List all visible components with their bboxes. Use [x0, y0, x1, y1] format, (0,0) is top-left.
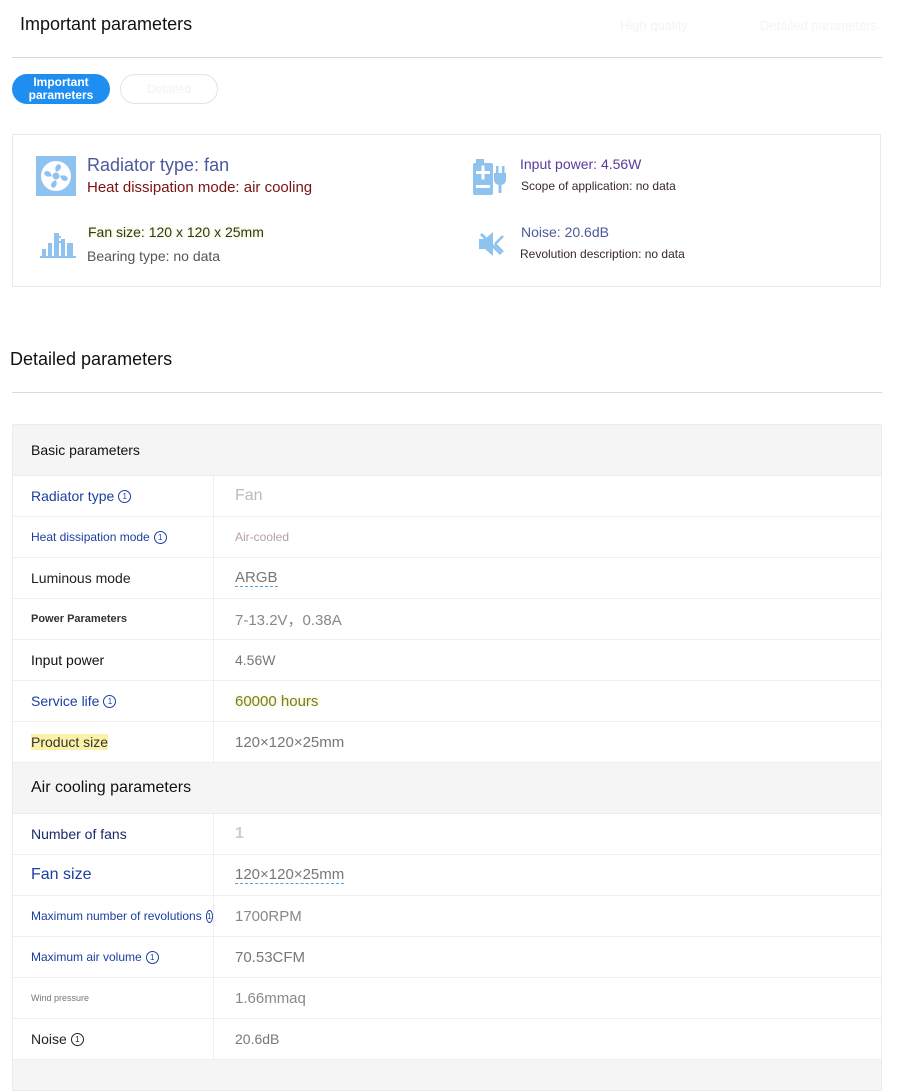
param-value[interactable]: ARGB: [213, 558, 881, 598]
table-row: Service life 1 60000 hours: [13, 681, 881, 722]
param-value: 7-13.2V，0.38A: [213, 599, 881, 639]
table-row: Maximum number of revolutions 1 1700RPM: [13, 896, 881, 937]
divider: [12, 392, 882, 393]
scope-summary: Scope of application: no data: [521, 179, 676, 193]
group-basic-parameters: Basic parameters: [13, 425, 881, 476]
param-name: Number of fans: [31, 826, 127, 842]
param-value[interactable]: 120×120×25mm: [213, 855, 881, 895]
table-row: Number of fans 1: [13, 814, 881, 855]
group-air-cooling-parameters: Air cooling parameters: [13, 763, 881, 814]
param-name: Fan size: [31, 866, 92, 883]
param-name[interactable]: Maximum air volume 1: [13, 937, 213, 977]
luminous-mode-link[interactable]: ARGB: [235, 569, 278, 587]
param-value: 60000 hours: [213, 681, 881, 721]
summary-panel: Radiator type: fan Heat dissipation mode…: [12, 134, 881, 287]
table-row: Noise 1 20.6dB: [13, 1019, 881, 1060]
detailed-parameters-title: Detailed parameters: [10, 349, 173, 369]
info-icon[interactable]: 1: [118, 489, 132, 503]
param-name[interactable]: Heat dissipation mode 1: [13, 517, 213, 557]
param-value: 120×120×25mm: [213, 722, 881, 762]
table-row: Power Parameters 7-13.2V，0.38A: [13, 599, 881, 640]
param-value: 1: [213, 814, 881, 854]
tab-detailed[interactable]: Detailed: [120, 74, 218, 104]
input-power-summary: Input power: 4.56W: [520, 156, 642, 172]
param-value: 20.6dB: [213, 1019, 881, 1059]
param-name: Input power: [31, 652, 105, 668]
radiator-type-summary: Radiator type: fan: [87, 155, 230, 175]
table-row: Product size 120×120×25mm: [13, 722, 881, 763]
next-group-row: [13, 1060, 881, 1090]
param-value: 70.53CFM: [213, 937, 881, 977]
info-icon[interactable]: 1: [70, 1032, 84, 1046]
heat-mode-summary: Heat dissipation mode: air cooling: [87, 179, 313, 196]
table-row: Heat dissipation mode 1 Air-cooled: [13, 517, 881, 558]
fan-icon: [35, 155, 77, 202]
param-name[interactable]: Maximum number of revolutions 1: [13, 896, 213, 936]
power-icon: [472, 157, 508, 202]
param-value: 4.56W: [213, 640, 881, 680]
table-row: Fan size 120×120×25mm: [13, 855, 881, 896]
param-name: Power Parameters: [31, 613, 127, 625]
param-name: Wind pressure: [31, 993, 90, 1003]
parameters-table: Basic parameters Radiator type 1 Fan Heat…: [12, 424, 882, 1091]
table-row: Maximum air volume 1 70.53CFM: [13, 937, 881, 978]
info-icon[interactable]: 1: [103, 694, 117, 708]
param-name: Luminous mode: [31, 570, 131, 586]
info-icon[interactable]: 1: [145, 950, 159, 964]
high-quality-link[interactable]: High quality: [620, 18, 688, 33]
table-row: Wind pressure 1.66mmaq: [13, 978, 881, 1019]
param-value: Air-cooled: [213, 517, 881, 557]
fan-size-link[interactable]: 120×120×25mm: [235, 866, 345, 884]
param-name[interactable]: Noise 1: [13, 1019, 213, 1059]
param-name: Product size: [31, 734, 109, 750]
param-name[interactable]: Radiator type 1: [13, 476, 213, 516]
tab-important-parameters[interactable]: Important parameters: [12, 74, 110, 104]
bearing-summary: Bearing type: no data: [87, 248, 221, 264]
revolution-summary: Revolution description: no data: [520, 247, 685, 261]
fan-size-summary: Fan size: 120 x 120 x 25mm: [88, 224, 264, 240]
table-row: Radiator type 1 Fan: [13, 476, 881, 517]
detailed-parameters-link[interactable]: Detailed parameters: [760, 18, 877, 33]
noise-summary: Noise: 20.6dB: [521, 224, 609, 240]
table-row: Input power 4.56W: [13, 640, 881, 681]
param-name[interactable]: Service life 1: [13, 681, 213, 721]
param-value: 1.66mmaq: [213, 978, 881, 1018]
param-value: Fan: [213, 476, 881, 516]
info-icon[interactable]: 1: [205, 909, 213, 923]
divider: [12, 57, 882, 58]
mute-noise-icon: [477, 230, 505, 263]
size-chart-icon: [40, 227, 76, 264]
table-row: Luminous mode ARGB: [13, 558, 881, 599]
param-value: 1700RPM: [213, 896, 881, 936]
important-parameters-title: Important parameters: [20, 14, 193, 34]
info-icon[interactable]: 1: [153, 530, 167, 544]
